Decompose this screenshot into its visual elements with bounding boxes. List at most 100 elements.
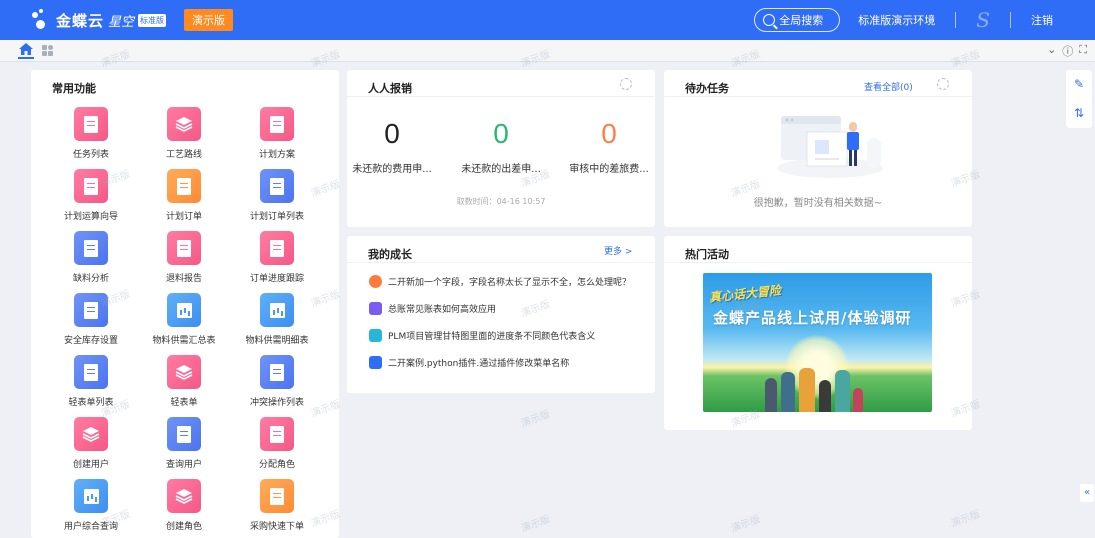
banner-title: 金蝶产品线上试用/体验调研 bbox=[713, 309, 912, 327]
function-label: 采购快速下单 bbox=[249, 522, 304, 532]
view-all-link[interactable]: 查看全部(0) bbox=[864, 80, 913, 93]
document-icon bbox=[74, 107, 108, 141]
home-icon bbox=[19, 43, 33, 55]
panel-title: 待办任务 bbox=[685, 82, 729, 95]
function-shortcut[interactable]: 物料供需汇总表 bbox=[139, 293, 229, 346]
stat-label: 未还款的费用申... bbox=[352, 164, 432, 175]
function-label: 计划订单列表 bbox=[249, 212, 304, 222]
function-shortcut[interactable]: 计划订单列表 bbox=[232, 169, 322, 222]
global-search-button[interactable]: 全局搜索 bbox=[754, 8, 841, 32]
panel-title: 人人报销 bbox=[368, 82, 412, 95]
top-bar: 金蝶云 星空 标准版 演示版 全局搜索 标准版演示环境 S 注销 bbox=[0, 0, 1095, 40]
function-label: 退料报告 bbox=[165, 274, 202, 284]
watermark-text: 演示版 bbox=[519, 514, 552, 535]
growth-article-link[interactable]: 二开新加一个字段，字段名称太长了显示不全，怎么处理呢？ bbox=[369, 275, 631, 288]
app-grid-icon[interactable] bbox=[42, 45, 53, 56]
function-shortcut[interactable]: 计划订单 bbox=[139, 169, 229, 222]
activity-banner[interactable]: 真心话大冒险 金蝶产品线上试用/体验调研 bbox=[703, 273, 932, 412]
growth-article-title: 总账常见账表如何高效应用 bbox=[388, 305, 497, 315]
function-label: 用户综合查询 bbox=[63, 522, 118, 532]
function-label: 安全库存设置 bbox=[63, 336, 118, 346]
growth-article-link[interactable]: PLM项目管理甘特图里面的进度条不同颜色代表含义 bbox=[369, 329, 595, 342]
document-icon bbox=[167, 169, 201, 203]
function-shortcut[interactable]: 任务列表 bbox=[46, 107, 136, 160]
logout-button[interactable]: 注销 bbox=[1031, 12, 1053, 28]
function-label: 轻表单 bbox=[170, 398, 198, 408]
document-icon bbox=[167, 231, 201, 265]
home-tab[interactable] bbox=[18, 43, 34, 59]
expand-down-icon[interactable]: ⌄ bbox=[1047, 43, 1056, 59]
document-icon bbox=[260, 169, 294, 203]
stat-unpaid-expense[interactable]: 0 未还款的费用申... bbox=[342, 118, 442, 175]
growth-article-link[interactable]: 二开案例.python插件.通过插件修改菜单名称 bbox=[369, 356, 569, 369]
banner-person bbox=[835, 370, 850, 412]
watermark-text: 演示版 bbox=[519, 409, 552, 430]
brand-logo[interactable]: 金蝶云 星空 标准版 bbox=[30, 9, 167, 31]
layers-icon bbox=[74, 417, 108, 451]
collapse-sidebar-button[interactable]: « bbox=[1080, 484, 1094, 502]
banner-person bbox=[853, 388, 863, 412]
growth-article-title: PLM项目管理甘特图里面的进度条不同颜色代表含义 bbox=[388, 332, 596, 342]
watermark-text: 演示版 bbox=[729, 514, 762, 535]
function-shortcut[interactable]: 创建用户 bbox=[46, 417, 136, 470]
function-shortcut[interactable]: 用户综合查询 bbox=[46, 479, 136, 532]
divider bbox=[347, 96, 655, 97]
function-label: 分配角色 bbox=[258, 460, 295, 470]
function-shortcut[interactable]: 分配角色 bbox=[232, 417, 322, 470]
function-label: 物料供需明细表 bbox=[245, 336, 309, 346]
function-shortcut[interactable]: 查询用户 bbox=[139, 417, 229, 470]
stat-travel-under-review[interactable]: 0 审核中的差旅费... bbox=[559, 118, 659, 175]
layers-icon bbox=[167, 355, 201, 389]
panel-title: 热门活动 bbox=[685, 248, 729, 261]
function-label: 工艺路线 bbox=[165, 150, 202, 160]
function-label: 计划运算向导 bbox=[63, 212, 118, 222]
function-shortcut[interactable]: 缺料分析 bbox=[46, 231, 136, 284]
growth-article-title: 二开新加一个字段，字段名称太长了显示不全，怎么处理呢？ bbox=[388, 278, 632, 288]
help-icon[interactable]: ⓘ bbox=[1062, 43, 1073, 59]
divider bbox=[955, 12, 957, 28]
environment-switcher[interactable]: 标准版演示环境 bbox=[858, 12, 935, 28]
function-shortcut[interactable]: 计划方案 bbox=[232, 107, 322, 160]
function-shortcut[interactable]: 冲突操作列表 bbox=[232, 355, 322, 408]
function-shortcut[interactable]: 轻表单 bbox=[139, 355, 229, 408]
function-shortcut[interactable]: 创建角色 bbox=[139, 479, 229, 532]
more-link[interactable]: 更多 > bbox=[604, 244, 632, 257]
growth-article-link[interactable]: 总账常见账表如何高效应用 bbox=[369, 302, 496, 315]
user-avatar[interactable]: S bbox=[976, 8, 990, 32]
function-shortcut[interactable]: 轻表单列表 bbox=[46, 355, 136, 408]
floating-toolbar: ✎ ⇅ bbox=[1066, 70, 1092, 128]
function-shortcut[interactable]: 工艺路线 bbox=[139, 107, 229, 160]
eraser-icon[interactable]: ✎ bbox=[1066, 70, 1092, 99]
empty-message: 很抱歉，暂时没有相关数据~ bbox=[753, 198, 883, 209]
function-shortcut[interactable]: 退料报告 bbox=[139, 231, 229, 284]
function-shortcut[interactable]: 采购快速下单 bbox=[232, 479, 322, 532]
function-shortcut[interactable]: 安全库存设置 bbox=[46, 293, 136, 346]
common-functions-panel: 常用功能 任务列表 工艺路线 计划方案计划运算向导 计划订单 计划订单列表缺料分析 退料报… bbox=[31, 70, 339, 538]
refresh-icon[interactable] bbox=[620, 78, 632, 90]
function-label: 查询用户 bbox=[165, 460, 202, 470]
function-shortcut[interactable]: 物料供需明细表 bbox=[232, 293, 322, 346]
chart-icon bbox=[167, 293, 201, 327]
function-shortcut[interactable]: 计划运算向导 bbox=[46, 169, 136, 222]
panel-title: 常用功能 bbox=[52, 82, 96, 95]
refresh-icon[interactable] bbox=[937, 78, 949, 90]
function-label: 创建用户 bbox=[72, 460, 109, 470]
function-shortcut[interactable]: 订单进度跟踪 bbox=[232, 231, 322, 284]
stat-unpaid-travel[interactable]: 0 未还款的出差申... bbox=[451, 118, 551, 175]
reimbursement-panel: 人人报销 0 未还款的费用申... 0 未还款的出差申... 0 审核中的差旅费… bbox=[347, 70, 655, 227]
function-label: 冲突操作列表 bbox=[249, 398, 304, 408]
chart-icon bbox=[74, 479, 108, 513]
tab-bar: ⌄ ⓘ ⛶ bbox=[0, 40, 1095, 62]
layers-icon bbox=[167, 479, 201, 513]
exchange-icon[interactable]: ⇅ bbox=[1066, 99, 1092, 128]
divider bbox=[664, 96, 972, 97]
chart-icon bbox=[260, 293, 294, 327]
speaker-icon bbox=[369, 356, 382, 369]
logo-icon bbox=[30, 9, 52, 31]
document-icon bbox=[74, 355, 108, 389]
demo-edition-button[interactable]: 演示版 bbox=[184, 9, 234, 31]
stat-value: 0 bbox=[493, 118, 509, 149]
divider bbox=[664, 262, 972, 263]
fullscreen-icon[interactable]: ⛶ bbox=[1079, 43, 1087, 59]
banner-person bbox=[819, 380, 831, 412]
